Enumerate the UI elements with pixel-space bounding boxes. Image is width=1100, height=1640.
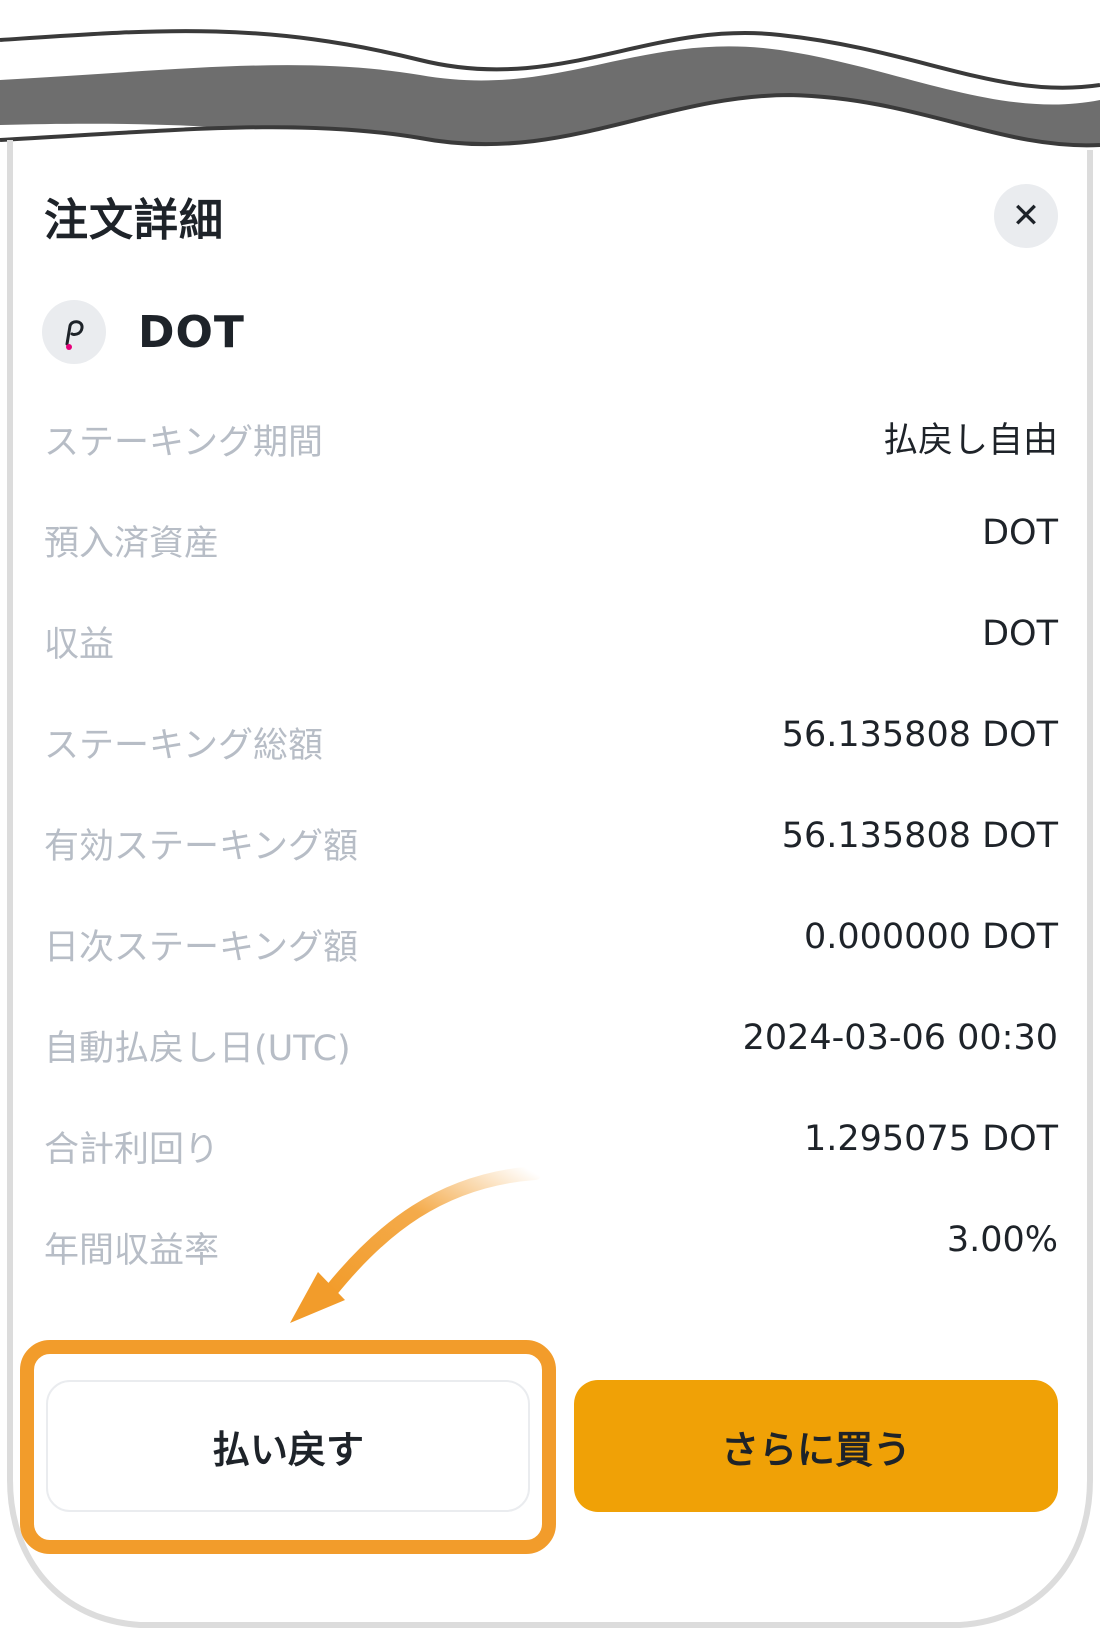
- redeem-button[interactable]: 払い戻す: [46, 1380, 530, 1512]
- screenshot-stage: 注文詳細 ✕ DOT ステーキング期間 払戻し自由 預入済資産 DOT 収益 D…: [0, 0, 1100, 1640]
- buy-more-button[interactable]: さらに買う: [574, 1380, 1058, 1512]
